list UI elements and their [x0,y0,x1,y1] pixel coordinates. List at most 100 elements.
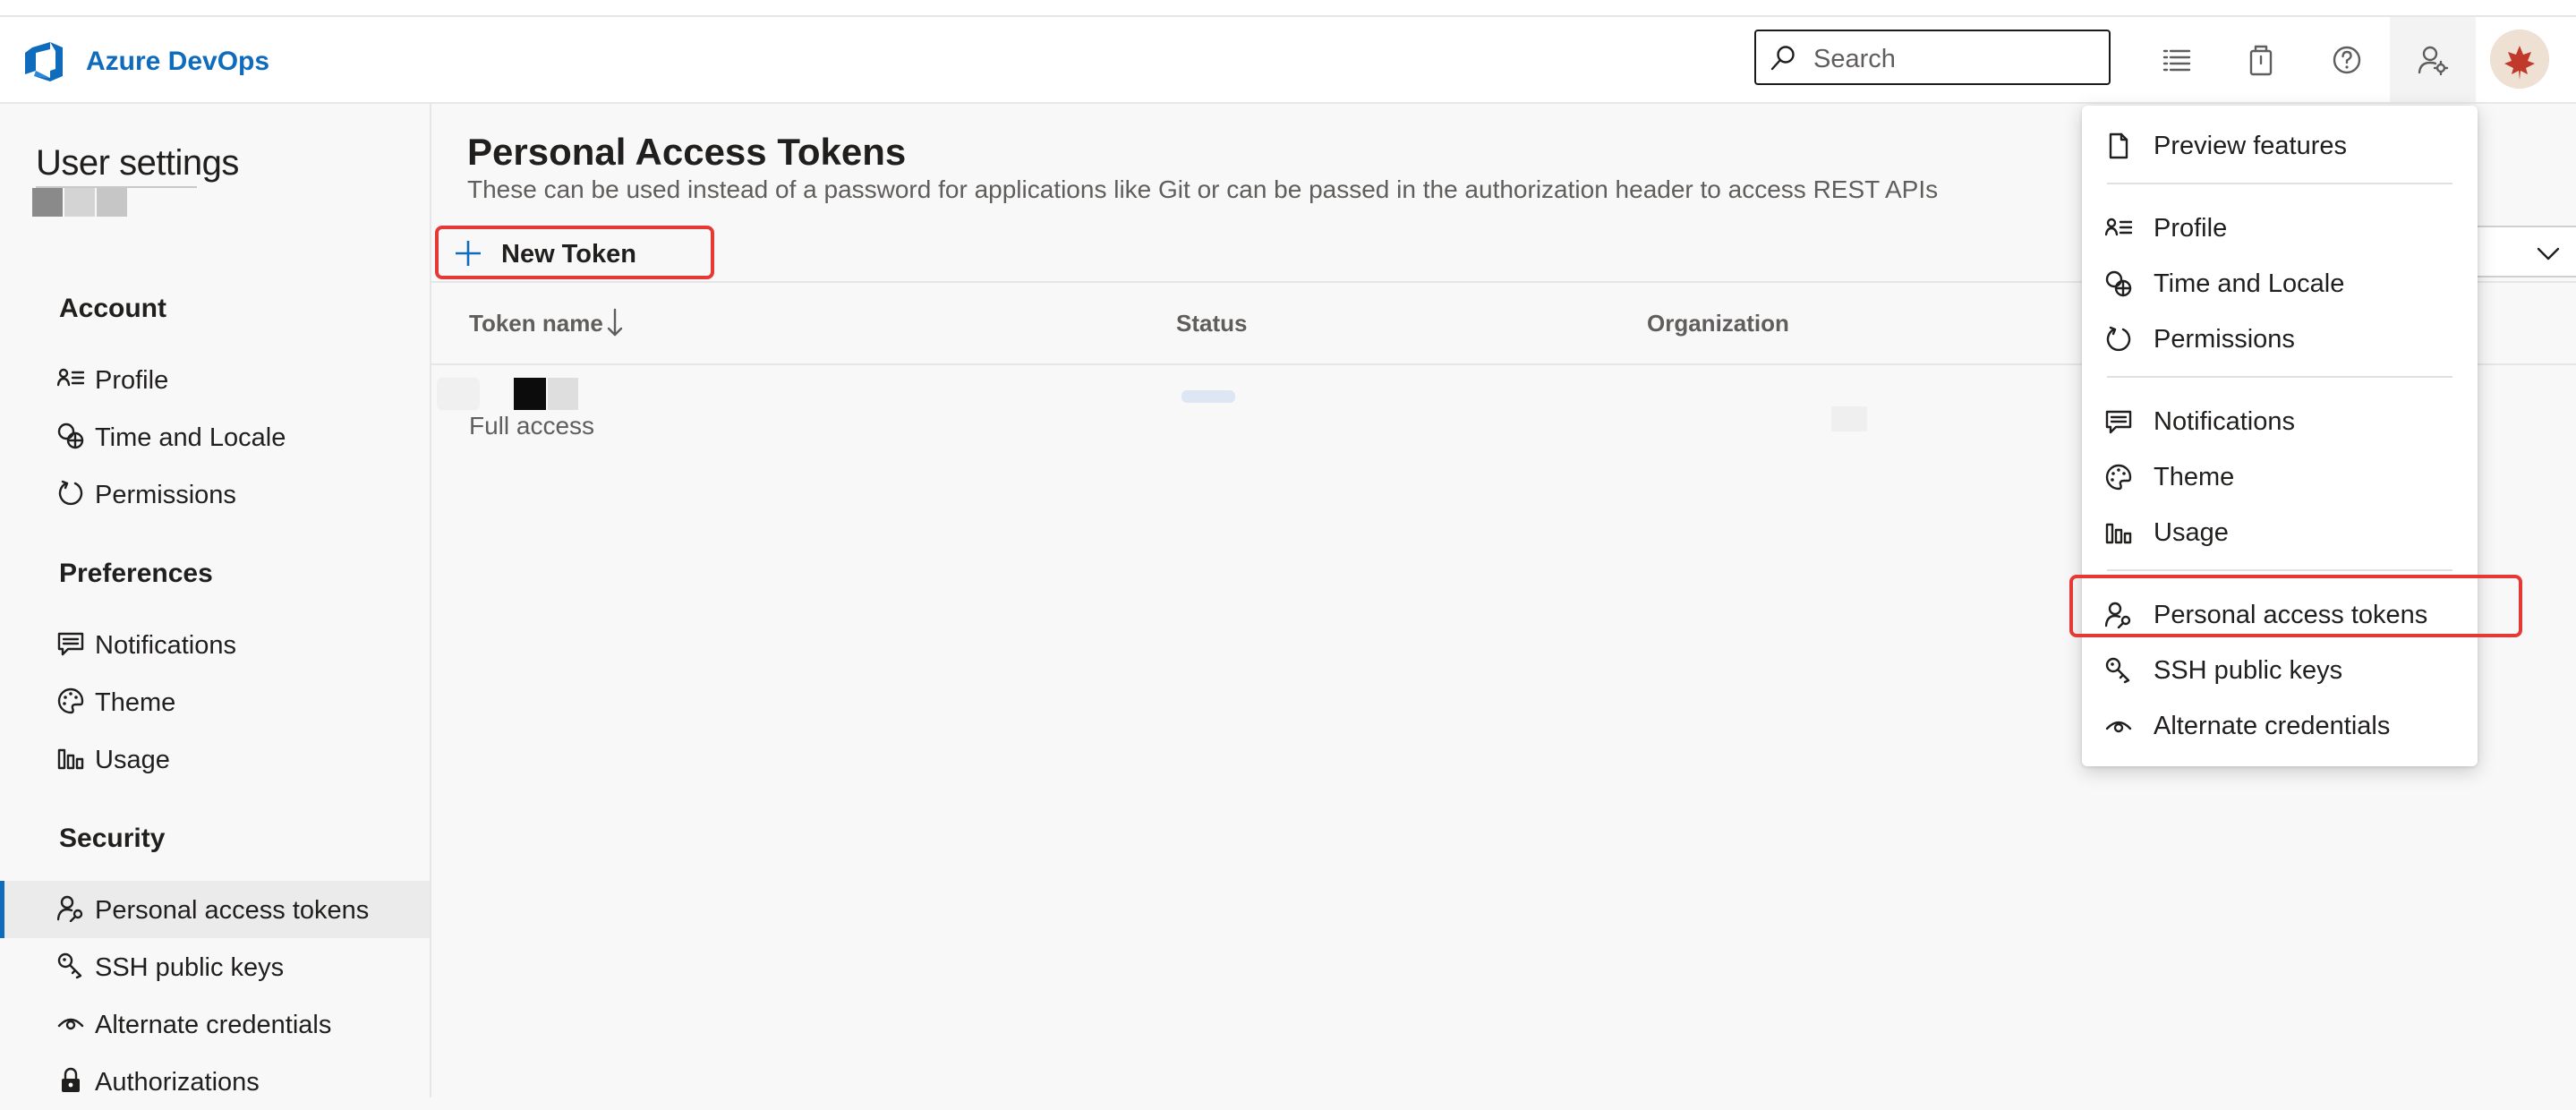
section-heading-preferences: Preferences [59,559,213,588]
page-subtitle: These can be used instead of a password … [467,175,1939,203]
sidebar-item-label: Alternate credentials [95,1011,332,1039]
search-icon [1770,46,1795,71]
new-token-label: New Token [501,240,636,269]
usage-icon [57,748,84,770]
help-icon[interactable] [2327,40,2367,80]
column-header-status[interactable]: Status [1176,310,1247,337]
menu-item-theme[interactable]: Theme [2082,449,2478,505]
sidebar: User settings Account Profile Time and L… [0,104,431,1097]
redacted-status [1181,390,1235,403]
globe-icon [2105,270,2132,297]
sidebar-item-label: Personal access tokens [95,896,370,925]
menu-item-label: Theme [2154,463,2235,491]
token-icon [57,895,83,922]
menu-item-label: Permissions [2154,325,2295,354]
menu-item-permissions[interactable]: Permissions [2082,312,2478,367]
work-items-icon[interactable] [2157,40,2196,80]
menu-item-label: Usage [2154,518,2229,547]
search-placeholder: Search [1813,45,1896,73]
page-title: Personal Access Tokens [467,131,907,173]
sidebar-item-label: Notifications [95,631,236,660]
sidebar-item-label: Theme [95,688,176,717]
sidebar-item-label: SSH public keys [95,953,285,982]
redacted-name-block [97,188,127,217]
lock-icon [62,1067,80,1092]
sort-descending-icon[interactable] [605,306,625,338]
new-token-button[interactable]: New Token [435,226,714,279]
menu-item-label: SSH public keys [2154,656,2343,685]
sidebar-item-theme[interactable]: Theme [0,673,430,730]
permissions-icon [58,480,83,506]
menu-item-preview-features[interactable]: Preview features [2082,118,2478,174]
sidebar-title: User settings [36,143,239,183]
sidebar-item-authorizations[interactable]: Authorizations [0,1053,430,1110]
avatar[interactable] [2490,30,2549,89]
section-heading-security: Security [59,824,166,853]
token-scope: Full access [469,412,595,440]
chevron-down-icon [2537,247,2560,260]
eye-icon [2105,721,2132,733]
maple-leaf-icon [2490,30,2549,89]
redacted-token-name [514,378,546,410]
usage-icon [2105,523,2132,544]
top-header: Azure DevOps Search [0,17,2576,104]
user-settings-menu: Preview features Profile Time and Locale… [2082,106,2478,766]
column-header-token-name[interactable]: Token name [469,310,603,337]
sidebar-item-label: Permissions [95,481,236,509]
menu-separator [2107,183,2452,184]
brand-name[interactable]: Azure DevOps [86,44,269,80]
sidebar-item-label: Profile [95,366,169,395]
plus-icon [456,241,481,266]
column-header-organization[interactable]: Organization [1647,310,1789,337]
sidebar-item-profile[interactable]: Profile [0,351,430,408]
marketplace-icon[interactable] [2241,40,2281,80]
redacted-token-name [548,378,578,410]
sidebar-item-usage[interactable]: Usage [0,730,430,788]
profile-icon [2105,218,2132,236]
menu-item-label: Time and Locale [2154,269,2345,298]
document-icon [2109,132,2128,159]
menu-item-time-and-locale[interactable]: Time and Locale [2082,256,2478,312]
profile-icon [57,368,84,387]
sidebar-item-label: Usage [95,746,170,774]
menu-item-label: Notifications [2154,407,2295,436]
sidebar-item-permissions[interactable]: Permissions [0,465,430,523]
redacted-token-name [437,378,480,410]
menu-separator [2107,569,2452,571]
menu-item-ssh-public-keys[interactable]: SSH public keys [2082,643,2478,698]
redacted-organization [1831,406,1867,431]
sidebar-item-notifications[interactable]: Notifications [0,616,430,673]
azure-devops-logo-icon[interactable] [23,42,64,81]
menu-item-label: Profile [2154,214,2228,243]
palette-icon [2105,464,2132,491]
menu-item-notifications[interactable]: Notifications [2082,394,2478,449]
menu-item-alternate-credentials[interactable]: Alternate credentials [2082,698,2478,754]
highlight-annotation [2069,575,2522,637]
section-heading-account: Account [59,294,166,323]
window-top-strip [0,0,2576,17]
user-settings-button[interactable] [2390,17,2476,102]
redacted-name-block [32,188,63,217]
eye-icon [57,1018,84,1030]
menu-item-usage[interactable]: Usage [2082,505,2478,560]
search-box[interactable]: Search [1754,30,2111,85]
sidebar-item-time-and-locale[interactable]: Time and Locale [0,408,430,465]
key-icon [2105,657,2130,684]
sidebar-item-personal-access-tokens[interactable]: Personal access tokens [0,881,430,938]
menu-item-label: Preview features [2154,132,2347,160]
sidebar-item-label: Time and Locale [95,423,286,452]
redacted-name-block [64,188,95,217]
key-icon [57,952,82,979]
menu-item-profile[interactable]: Profile [2082,201,2478,256]
notifications-icon [2105,410,2132,434]
sidebar-item-alternate-credentials[interactable]: Alternate credentials [0,995,430,1053]
sidebar-item-ssh-public-keys[interactable]: SSH public keys [0,938,430,995]
notifications-icon [57,632,84,656]
palette-icon [57,687,84,714]
globe-icon [57,423,84,449]
user-settings-icon [2418,46,2449,76]
menu-separator [2107,376,2452,378]
permissions-icon [2106,326,2131,352]
sidebar-item-label: Authorizations [95,1068,260,1097]
menu-item-label: Alternate credentials [2154,712,2391,740]
